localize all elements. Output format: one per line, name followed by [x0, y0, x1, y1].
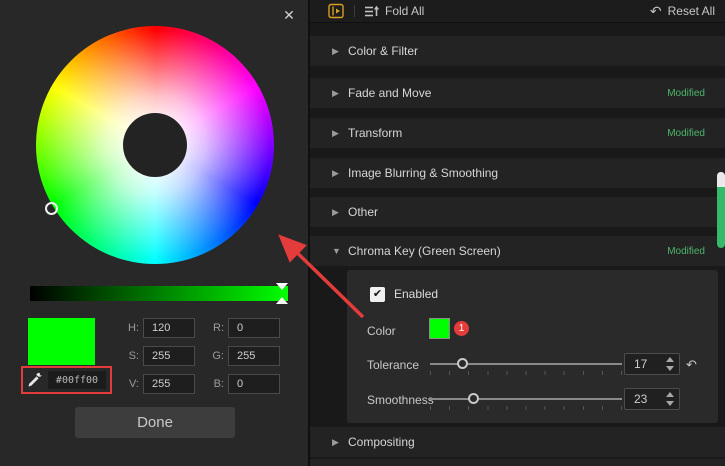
hex-input-annotated-box: [21, 366, 112, 394]
current-color-swatch: [28, 318, 95, 365]
chevron-right-icon: ▶: [332, 437, 344, 448]
chevron-right-icon: ▶: [332, 128, 344, 139]
panel-toggle-icon[interactable]: [328, 3, 344, 19]
tolerance-value-box: [624, 353, 680, 375]
section-color-filter[interactable]: ▶ Color & Filter: [310, 36, 725, 66]
chroma-color-swatch-button[interactable]: [429, 318, 450, 339]
b-label: B:: [205, 378, 224, 390]
scrollbar-thumb-cap: [717, 172, 725, 187]
section-label: Compositing: [348, 435, 415, 449]
enabled-checkbox[interactable]: ✔: [370, 287, 385, 302]
scrollbar-thumb[interactable]: [717, 172, 725, 248]
toolbar-divider: [354, 5, 355, 17]
v-field[interactable]: [143, 374, 195, 394]
slider-ticks: [430, 406, 622, 410]
modified-badge: Modified: [667, 88, 705, 99]
section-label: Color & Filter: [348, 44, 418, 58]
h-label: H:: [120, 322, 139, 334]
section-compositing[interactable]: ▶ Compositing: [310, 427, 725, 457]
fold-all-button[interactable]: Fold All: [385, 4, 424, 18]
chevron-down-icon: ▼: [332, 246, 344, 256]
r-field[interactable]: [228, 318, 280, 338]
close-icon[interactable]: ✕: [280, 6, 298, 24]
modified-badge: Modified: [667, 128, 705, 139]
reset-all-icon[interactable]: ↶: [650, 4, 662, 18]
g-field[interactable]: [228, 346, 280, 366]
s-label: S:: [120, 350, 139, 362]
smoothness-slider[interactable]: [430, 393, 622, 405]
chroma-key-settings: ✔ Enabled Color 1 Tolerance ↶ Smoothness: [347, 270, 718, 423]
s-field[interactable]: [143, 346, 195, 366]
h-field[interactable]: [143, 318, 195, 338]
color-value-fields: H: R: S: G: V: B:: [120, 318, 290, 402]
color-label: Color: [367, 324, 396, 338]
section-image-blurring[interactable]: ▶ Image Blurring & Smoothing: [310, 158, 725, 188]
color-wheel[interactable]: [36, 26, 274, 264]
smoothness-input[interactable]: [625, 389, 659, 409]
brightness-slider[interactable]: [30, 286, 288, 301]
chevron-right-icon: ▶: [332, 88, 344, 99]
chevron-right-icon: ▶: [332, 46, 344, 57]
effects-toolbar: Fold All ↶ Reset All: [310, 0, 725, 23]
hex-input[interactable]: [48, 371, 106, 389]
eyedropper-icon[interactable]: [27, 372, 43, 388]
color-picker-dialog: ✕ H: R: S:: [0, 0, 308, 466]
fold-all-icon[interactable]: [365, 5, 379, 18]
section-label: Chroma Key (Green Screen): [348, 244, 501, 258]
done-button[interactable]: Done: [75, 407, 235, 438]
smoothness-value-box: [624, 388, 680, 410]
section-transform[interactable]: ▶ Transform Modified: [310, 118, 725, 148]
section-fade-and-move[interactable]: ▶ Fade and Move Modified: [310, 78, 725, 108]
section-label: Image Blurring & Smoothing: [348, 166, 498, 180]
slider-handle[interactable]: [457, 358, 468, 369]
stepper-up-icon[interactable]: [666, 357, 674, 362]
enabled-label: Enabled: [394, 287, 438, 302]
slider-handle[interactable]: [468, 393, 479, 404]
slider-track: [430, 398, 622, 400]
slider-ticks: [430, 371, 622, 375]
tolerance-reset-icon[interactable]: ↶: [686, 357, 697, 373]
tolerance-input[interactable]: [625, 354, 659, 374]
section-label: Other: [348, 205, 378, 219]
b-field[interactable]: [228, 374, 280, 394]
effects-panel: Fold All ↶ Reset All ▶ Color & Filter ▶ …: [308, 0, 725, 466]
color-wheel-center-hole: [123, 113, 187, 177]
v-label: V:: [120, 378, 139, 390]
color-wheel-cursor[interactable]: [45, 202, 58, 215]
annotation-step-badge: 1: [454, 321, 469, 336]
panel-bottom-strip: [310, 459, 725, 466]
tolerance-slider[interactable]: [430, 358, 622, 370]
app-window: ✕ H: R: S:: [0, 0, 725, 466]
section-chroma-key[interactable]: ▼ Chroma Key (Green Screen) Modified: [310, 236, 725, 266]
section-label: Transform: [348, 126, 402, 140]
smoothness-label: Smoothness: [367, 393, 434, 407]
stepper-down-icon[interactable]: [666, 366, 674, 371]
modified-badge: Modified: [667, 246, 705, 257]
tolerance-label: Tolerance: [367, 358, 419, 372]
smoothness-stepper[interactable]: [666, 392, 675, 406]
stepper-down-icon[interactable]: [666, 401, 674, 406]
reset-all-button[interactable]: Reset All: [668, 4, 715, 18]
section-other[interactable]: ▶ Other: [310, 197, 725, 227]
chevron-right-icon: ▶: [332, 207, 344, 218]
stepper-up-icon[interactable]: [666, 392, 674, 397]
g-label: G:: [205, 350, 224, 362]
chevron-right-icon: ▶: [332, 168, 344, 179]
tolerance-stepper[interactable]: [666, 357, 675, 371]
r-label: R:: [205, 322, 224, 334]
brightness-slider-handle[interactable]: [275, 283, 289, 304]
section-label: Fade and Move: [348, 86, 431, 100]
